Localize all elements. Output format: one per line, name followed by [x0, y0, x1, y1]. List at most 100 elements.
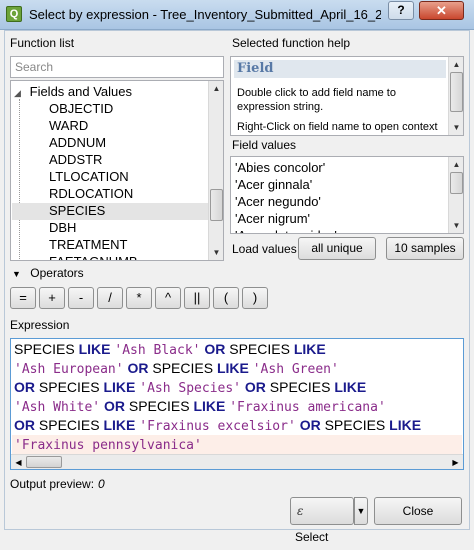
scroll-down-icon[interactable]: ▼ [450, 219, 463, 232]
field-values-scrollbar[interactable]: ▲ ▼ [448, 157, 463, 233]
expression-field: SPECIES [14, 341, 79, 357]
scroll-thumb[interactable] [450, 172, 463, 194]
scroll-up-icon[interactable]: ▲ [450, 58, 463, 71]
field-values-list[interactable]: 'Abies concolor' 'Acer ginnala' 'Acer negu… [230, 156, 464, 234]
scroll-right-icon[interactable]: ▶ [449, 456, 462, 469]
operator-button[interactable]: = [10, 287, 36, 309]
help-button[interactable]: ? [388, 1, 414, 20]
expression-string: 'Fraxinus americana' [229, 400, 386, 415]
expression-string: 'Ash European' [14, 362, 124, 377]
tree-item-field[interactable]: LTLOCATION [49, 169, 129, 186]
expression-keyword: OR [204, 341, 226, 357]
scroll-thumb[interactable] [450, 72, 463, 112]
expression-field: SPECIES [265, 379, 335, 395]
scroll-thumb[interactable] [26, 456, 62, 468]
tree-root-fields-and-values[interactable]: ◢ Fields and Values [14, 84, 132, 101]
tree-item-field[interactable]: FAETAGNUMB [49, 254, 138, 260]
operator-button[interactable]: || [184, 287, 210, 309]
all-unique-button[interactable]: all unique [298, 237, 376, 260]
collapse-icon[interactable]: ◢ [14, 88, 26, 99]
scroll-down-icon[interactable]: ▼ [210, 246, 223, 259]
tree-guide-line [19, 99, 20, 260]
function-help-panel: Field Double click to add field name to … [230, 56, 464, 136]
tree-item-field[interactable]: ADDSTR [49, 152, 102, 169]
expression-field: SPECIES [124, 398, 194, 414]
load-values-label: Load values [232, 242, 297, 256]
tree-item-field[interactable]: DBH [49, 220, 76, 237]
expression-line: 'Ash European' OR SPECIES LIKE 'Ash Gree… [14, 359, 339, 378]
scroll-down-icon[interactable]: ▼ [450, 121, 463, 134]
select-label: Select [295, 530, 329, 544]
expression-keyword: OR [299, 417, 321, 433]
scroll-left-icon[interactable]: ◀ [12, 456, 25, 469]
expression-label: Expression [10, 318, 70, 332]
help-text: Double click to add field name to expres… [237, 86, 443, 134]
output-preview-label: Output preview: [10, 477, 95, 491]
field-value-item[interactable]: 'Abies concolor' [235, 160, 325, 175]
function-tree[interactable]: ◢ Fields and Values OBJECTID WARD ADDNUM AD… [10, 80, 224, 261]
tree-item-field[interactable]: RDLOCATION [49, 186, 133, 203]
expression-line: 'Fraxinus pennsylvanica' [12, 435, 462, 454]
collapse-arrow-icon[interactable]: ▼ [12, 269, 21, 279]
qgis-icon: Q [6, 6, 22, 22]
function-tree-scrollbar[interactable]: ▲ ▼ [208, 81, 223, 260]
expression-editor[interactable]: SPECIES LIKE 'Ash Black' OR SPECIES LIKE… [10, 338, 464, 470]
tree-item-field[interactable]: TREATMENT [49, 237, 127, 254]
tree-item-field[interactable]: WARD [49, 118, 88, 135]
expression-string: 'Ash White' [14, 400, 101, 415]
tree-item-field[interactable]: ADDNUM [49, 135, 106, 152]
operator-button[interactable]: ( [213, 287, 239, 309]
title-bar: Q Select by expression - Tree_Inventory_… [0, 0, 474, 30]
help-line: Right-Click on field name to open contex… [237, 121, 438, 133]
expression-keyword: OR [103, 398, 125, 414]
field-value-item[interactable]: 'Acer negundo' [235, 194, 321, 209]
expression-field: SPECIES [225, 341, 294, 357]
expression-field: SPECIES [35, 379, 104, 395]
close-window-button[interactable]: ✕ [419, 1, 464, 20]
select-dropdown-button[interactable]: ▼ [354, 497, 368, 525]
tree-root-label: Fields and Values [29, 84, 132, 99]
expression-string: 'Fraxinus pennsylvanica' [14, 438, 202, 453]
expression-keyword: LIKE [293, 341, 326, 357]
select-button[interactable]: ε Select [290, 497, 354, 544]
expression-field: SPECIES [320, 417, 390, 433]
ten-samples-button[interactable]: 10 samples [386, 237, 464, 260]
field-value-item[interactable]: 'Acer ginnala' [235, 177, 312, 192]
search-input[interactable]: Search [10, 56, 224, 78]
operator-button[interactable]: ) [242, 287, 268, 309]
expression-string: 'Fraxinus excelsior' [139, 419, 296, 434]
scroll-up-icon[interactable]: ▲ [450, 158, 463, 171]
expression-string: 'Ash Green' [252, 362, 339, 377]
expression-hscrollbar[interactable]: ◀ ▶ [11, 454, 463, 469]
expression-field: SPECIES [148, 360, 217, 376]
tree-item-field[interactable]: SPECIES [12, 203, 208, 220]
expression-keyword: LIKE [389, 417, 422, 433]
scroll-up-icon[interactable]: ▲ [210, 82, 223, 95]
operator-button[interactable]: - [68, 287, 94, 309]
expression-keyword: LIKE [78, 341, 111, 357]
operator-button[interactable]: * [126, 287, 152, 309]
operator-button[interactable]: / [97, 287, 123, 309]
expression-string: 'Ash Black' [114, 343, 201, 358]
field-value-item[interactable]: 'Acer nigrum' [235, 211, 310, 226]
expression-keyword: LIKE [103, 417, 136, 433]
help-line: Double click to add field name to [237, 87, 396, 99]
expression-keyword: OR [127, 360, 149, 376]
help-scrollbar[interactable]: ▲ ▼ [448, 57, 463, 135]
expression-keyword: LIKE [216, 360, 249, 376]
field-value-item[interactable]: 'Acer platanoides' [235, 228, 337, 233]
operator-button[interactable]: + [39, 287, 65, 309]
tree-item-field[interactable]: OBJECTID [49, 101, 113, 118]
help-line: expression string. [237, 101, 324, 113]
expression-line: OR SPECIES LIKE 'Ash Species' OR SPECIES… [14, 378, 366, 397]
output-preview-value: 0 [98, 477, 105, 491]
operator-button[interactable]: ^ [155, 287, 181, 309]
expression-keyword: LIKE [193, 398, 226, 414]
close-button[interactable]: Close [374, 497, 462, 525]
expression-line: OR SPECIES LIKE 'Fraxinus excelsior' OR … [14, 416, 421, 435]
function-help-label: Selected function help [232, 36, 351, 50]
scroll-thumb[interactable] [210, 189, 223, 221]
operators-label: Operators [30, 266, 84, 280]
field-values-label: Field values [232, 138, 297, 152]
operators-section[interactable]: ▼ Operators [12, 266, 84, 280]
